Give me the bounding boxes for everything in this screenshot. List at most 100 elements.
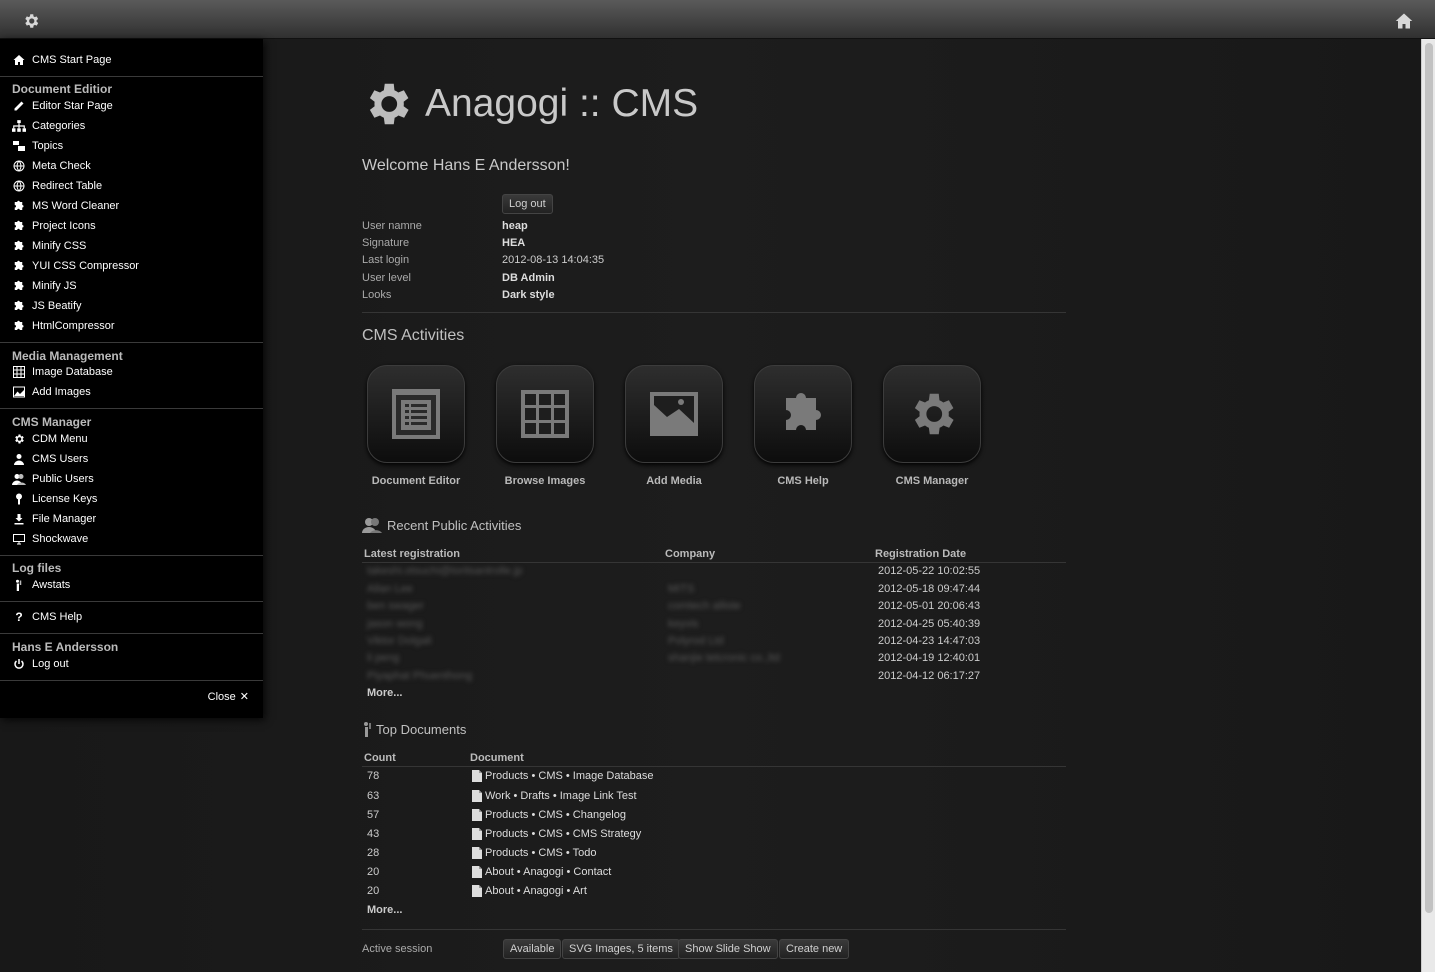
sidebar-item[interactable]: HtmlCompressor [12, 318, 115, 334]
sidebar-item-label: Minify JS [32, 280, 77, 292]
sidebar-item[interactable]: Minify CSS [12, 238, 86, 254]
sidebar-item-label: Categories [32, 120, 86, 132]
activity-label: CMS Manager [895, 475, 969, 487]
registration-name: takeshi.otsuchi@toritsantrolle.jp [367, 565, 523, 577]
registration-date: 2012-05-01 20:06:43 [878, 600, 981, 612]
document-editor-tile[interactable] [367, 365, 465, 463]
activity-browse-images[interactable]: Browse Images [496, 365, 594, 487]
sidebar-item[interactable]: Project Icons [12, 218, 96, 234]
registration-name: Piyaphat Phuenthong [367, 670, 473, 682]
browse-images-tile[interactable] [496, 365, 594, 463]
user-name-label: User namne [362, 220, 422, 232]
document-link[interactable]: About • Anagogi • Art [472, 885, 587, 897]
sidebar-item[interactable]: Meta Check [12, 158, 91, 174]
pencil-icon [12, 99, 26, 113]
registration-date: 2012-04-25 05:40:39 [878, 618, 981, 630]
activity-add-media[interactable]: Add Media [625, 365, 723, 487]
sidebar-item-logout[interactable]: Log out [12, 656, 69, 672]
sidebar-item[interactable]: CMS Users [12, 451, 88, 467]
document-link[interactable]: Products • CMS • Image Database [472, 770, 654, 782]
sidebar-item[interactable]: Awstats [12, 577, 70, 593]
divider [362, 312, 1066, 313]
table-divider [362, 766, 1066, 767]
users-icon [362, 518, 382, 533]
looks-value: Dark style [502, 289, 555, 301]
puzzle-icon [12, 319, 26, 333]
document-link[interactable]: Products • CMS • Changelog [472, 809, 626, 821]
documents-more-link[interactable]: More... [367, 904, 402, 916]
image-icon [12, 385, 26, 399]
sidebar-divider [0, 555, 263, 556]
signature-label: Signature [362, 237, 410, 249]
gear-icon [12, 432, 26, 446]
activity-cms-help[interactable]: CMS Help [754, 365, 852, 487]
document-link[interactable]: Work • Drafts • Image Link Test [472, 790, 637, 802]
sidebar-item-label: Add Images [32, 386, 91, 398]
cms-help-tile[interactable] [754, 365, 852, 463]
document-count: 63 [367, 790, 380, 802]
user-level-value: DB Admin [502, 272, 555, 284]
available-button[interactable]: Available [503, 939, 562, 959]
sidebar-item-label: Shockwave [32, 533, 89, 545]
sidebar-menu: CMS Start Page Document Editior Editor S… [0, 39, 263, 718]
sidebar-item[interactable]: MS Word Cleaner [12, 198, 119, 214]
registration-company: keyvis [668, 618, 699, 630]
activity-label: Add Media [646, 475, 702, 487]
cms-manager-tile[interactable] [883, 365, 981, 463]
sidebar-item[interactable]: Shockwave [12, 531, 88, 547]
document-link[interactable]: Products • CMS • Todo [472, 847, 596, 859]
activity-label: CMS Help [777, 475, 829, 487]
create-new-button[interactable]: Create new [779, 939, 850, 959]
registration-date: 2012-04-19 12:40:01 [878, 652, 981, 664]
document-icon [472, 847, 482, 859]
logout-button[interactable]: Log out [502, 194, 553, 214]
user-level-label: User level [362, 272, 411, 284]
activity-document-editor[interactable]: Document Editor [367, 365, 465, 487]
document-count: 20 [367, 866, 380, 878]
sidebar-item[interactable]: Topics [12, 138, 63, 154]
sidebar-heading-document-editor: Document Editior [12, 82, 113, 96]
sidebar-item[interactable]: File Manager [12, 511, 96, 527]
sidebar-item[interactable]: Add Images [12, 384, 91, 400]
document-count: 57 [367, 809, 380, 821]
key-icon [12, 492, 26, 506]
top-documents-title: Top Documents [362, 721, 466, 737]
document-link[interactable]: Products • CMS • CMS Strategy [472, 828, 641, 840]
sidebar-item[interactable]: Image Database [12, 364, 113, 380]
document-link[interactable]: About • Anagogi • Contact [472, 866, 611, 878]
home-icon[interactable] [1395, 12, 1413, 30]
add-media-tile[interactable] [625, 365, 723, 463]
grid-icon [12, 365, 26, 379]
page-title: Anagogi :: CMS [425, 82, 699, 125]
divider [362, 929, 1066, 930]
close-icon: ✕ [239, 691, 249, 703]
sidebar-item[interactable]: YUI CSS Compressor [12, 258, 139, 274]
sidebar-item[interactable]: Redirect Table [12, 178, 102, 194]
document-count: 20 [367, 885, 380, 897]
document-icon [472, 885, 482, 897]
recent-activities-label: Recent Public Activities [387, 517, 522, 533]
sidebar-item-start-page[interactable]: CMS Start Page [12, 52, 111, 68]
sidebar-item[interactable]: Categories [12, 118, 85, 134]
sidebar-item-cms-help[interactable]: ? CMS Help [12, 609, 82, 625]
sidebar-item[interactable]: License Keys [12, 491, 97, 507]
sidebar-item[interactable]: Minify JS [12, 278, 77, 294]
close-label: Close [207, 690, 236, 703]
gear-icon [914, 393, 954, 435]
sidebar-item-label: MS Word Cleaner [32, 200, 120, 212]
sidebar-item-label: Awstats [32, 579, 71, 591]
sidebar-item[interactable]: Editor Star Page [12, 98, 113, 114]
sidebar-item[interactable]: CDM Menu [12, 431, 88, 447]
scrollbar[interactable] [1421, 39, 1435, 972]
scrollbar-thumb[interactable] [1425, 43, 1433, 913]
svg-images-button[interactable]: SVG Images, 5 items [562, 939, 680, 959]
sidebar-item[interactable]: JS Beatify [12, 298, 82, 314]
document-count: 43 [367, 828, 380, 840]
show-slide-show-button[interactable]: Show Slide Show [678, 939, 778, 959]
recent-more-link[interactable]: More... [367, 687, 402, 699]
sidebar-item[interactable]: Public Users [12, 471, 94, 487]
sidebar-item-label: YUI CSS Compressor [32, 260, 139, 272]
activity-cms-manager[interactable]: CMS Manager [883, 365, 981, 487]
gear-icon[interactable] [22, 12, 40, 30]
sidebar-close-button[interactable]: Close ✕ [207, 690, 249, 704]
